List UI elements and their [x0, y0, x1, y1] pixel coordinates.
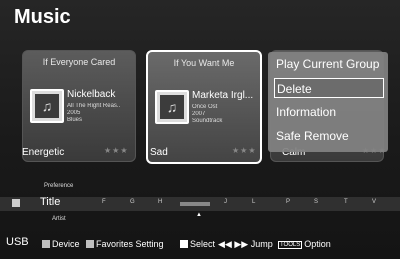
device-hint[interactable]: Device	[42, 239, 80, 249]
letter-jump[interactable]: L	[252, 199, 255, 205]
letter-cursor	[180, 202, 210, 206]
sort-option-below[interactable]: Artist	[52, 216, 66, 222]
mood-label: Sad	[150, 147, 168, 158]
button-key-icon	[42, 240, 50, 248]
sort-current[interactable]: Title	[40, 196, 60, 208]
option-hint[interactable]: TOOLS Option	[278, 239, 331, 249]
menu-item-play-current-group[interactable]: Play Current Group	[274, 54, 386, 74]
page-title: Music	[14, 6, 71, 28]
tools-key-icon: TOOLS	[278, 241, 303, 249]
button-key-icon	[180, 240, 188, 248]
song-title: If Everyone Cared	[42, 57, 116, 67]
rating-stars: ★★★	[232, 146, 257, 155]
letter-jump[interactable]: P	[286, 199, 290, 205]
mood-label: Energetic	[22, 147, 65, 158]
letter-jump[interactable]: T	[344, 199, 348, 205]
sort-selector-icon	[12, 199, 20, 207]
menu-item-delete[interactable]: Delete	[274, 78, 384, 98]
footer-bar: USB Device Favorites Setting Select ◀◀ ▶…	[0, 234, 400, 254]
select-hint[interactable]: Select	[180, 239, 215, 249]
rewind-forward-icon: ◀◀ ▶▶	[218, 239, 249, 249]
letter-jump[interactable]: V	[372, 199, 376, 205]
letter-jump[interactable]: S	[314, 199, 318, 205]
letter-jump[interactable]: J	[224, 199, 227, 205]
letter-jump[interactable]: F	[102, 199, 106, 205]
menu-item-safe-remove[interactable]: Safe Remove	[274, 126, 386, 146]
album-year: 2007	[192, 111, 206, 117]
song-title: If You Want Me	[173, 58, 235, 68]
letter-jump[interactable]: H	[158, 199, 162, 205]
source-label: USB	[6, 236, 29, 248]
music-browser-screen: Music If Everyone Cared ♫ Nickelback All…	[0, 0, 400, 259]
album-genre: Blues	[67, 117, 83, 123]
caret-up-icon: ▲	[196, 212, 202, 218]
artist-name: Nickelback	[67, 89, 116, 100]
album-genre: Soundtrack	[192, 118, 223, 124]
sort-option-above[interactable]: Preference	[44, 183, 73, 189]
menu-item-information[interactable]: Information	[274, 102, 386, 122]
album-year: 2005	[67, 110, 81, 116]
favorites-hint[interactable]: Favorites Setting	[86, 239, 164, 249]
music-note-icon: ♫	[30, 89, 64, 123]
artist-name: Marketa Irgl...	[192, 90, 254, 101]
sort-bar: Preference Title F G H J L P S T V ▲ Art…	[0, 180, 400, 230]
album-name: Once Ost	[192, 104, 218, 110]
music-note-icon: ♫	[155, 90, 189, 124]
letter-jump[interactable]: G	[130, 199, 135, 205]
button-key-icon	[86, 240, 94, 248]
album-name: All The Right Reas..	[67, 103, 121, 109]
jump-hint[interactable]: ◀◀ ▶▶ Jump	[218, 239, 273, 250]
rating-stars: ★★★	[104, 146, 129, 155]
context-menu: Play Current Group Delete Information Sa…	[268, 52, 388, 152]
